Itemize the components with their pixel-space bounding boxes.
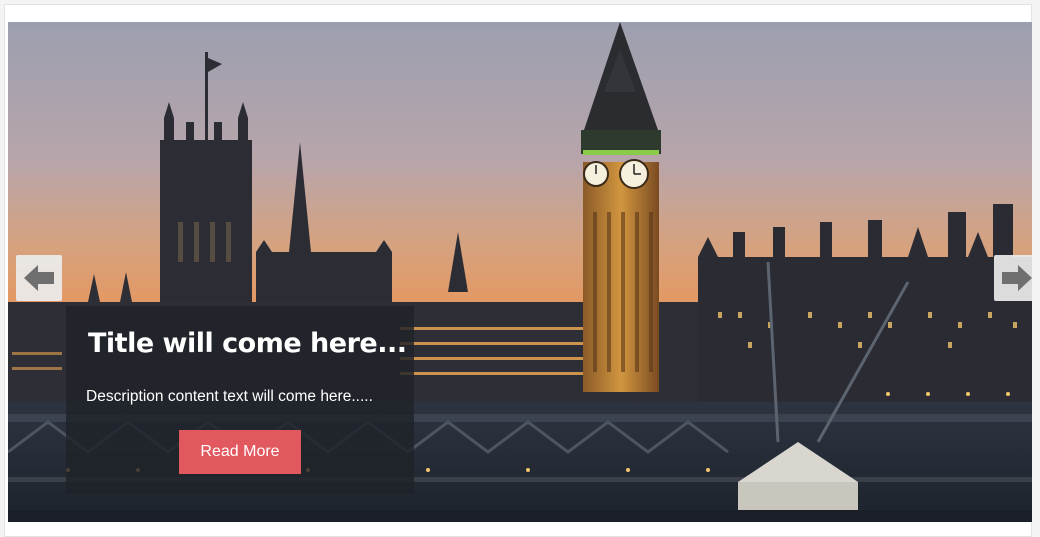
slide-title: Title will come here...	[88, 328, 407, 359]
slide-caption: Title will come here... Description cont…	[66, 306, 414, 494]
arrow-right-icon	[1002, 265, 1032, 291]
read-more-button[interactable]: Read More	[179, 430, 301, 474]
next-slide-button[interactable]	[994, 255, 1032, 301]
image-slider: Title will come here... Description cont…	[8, 22, 1032, 522]
arrow-left-icon	[24, 265, 54, 291]
slide-description: Description content text will come here.…	[86, 388, 373, 405]
prev-slide-button[interactable]	[16, 255, 62, 301]
